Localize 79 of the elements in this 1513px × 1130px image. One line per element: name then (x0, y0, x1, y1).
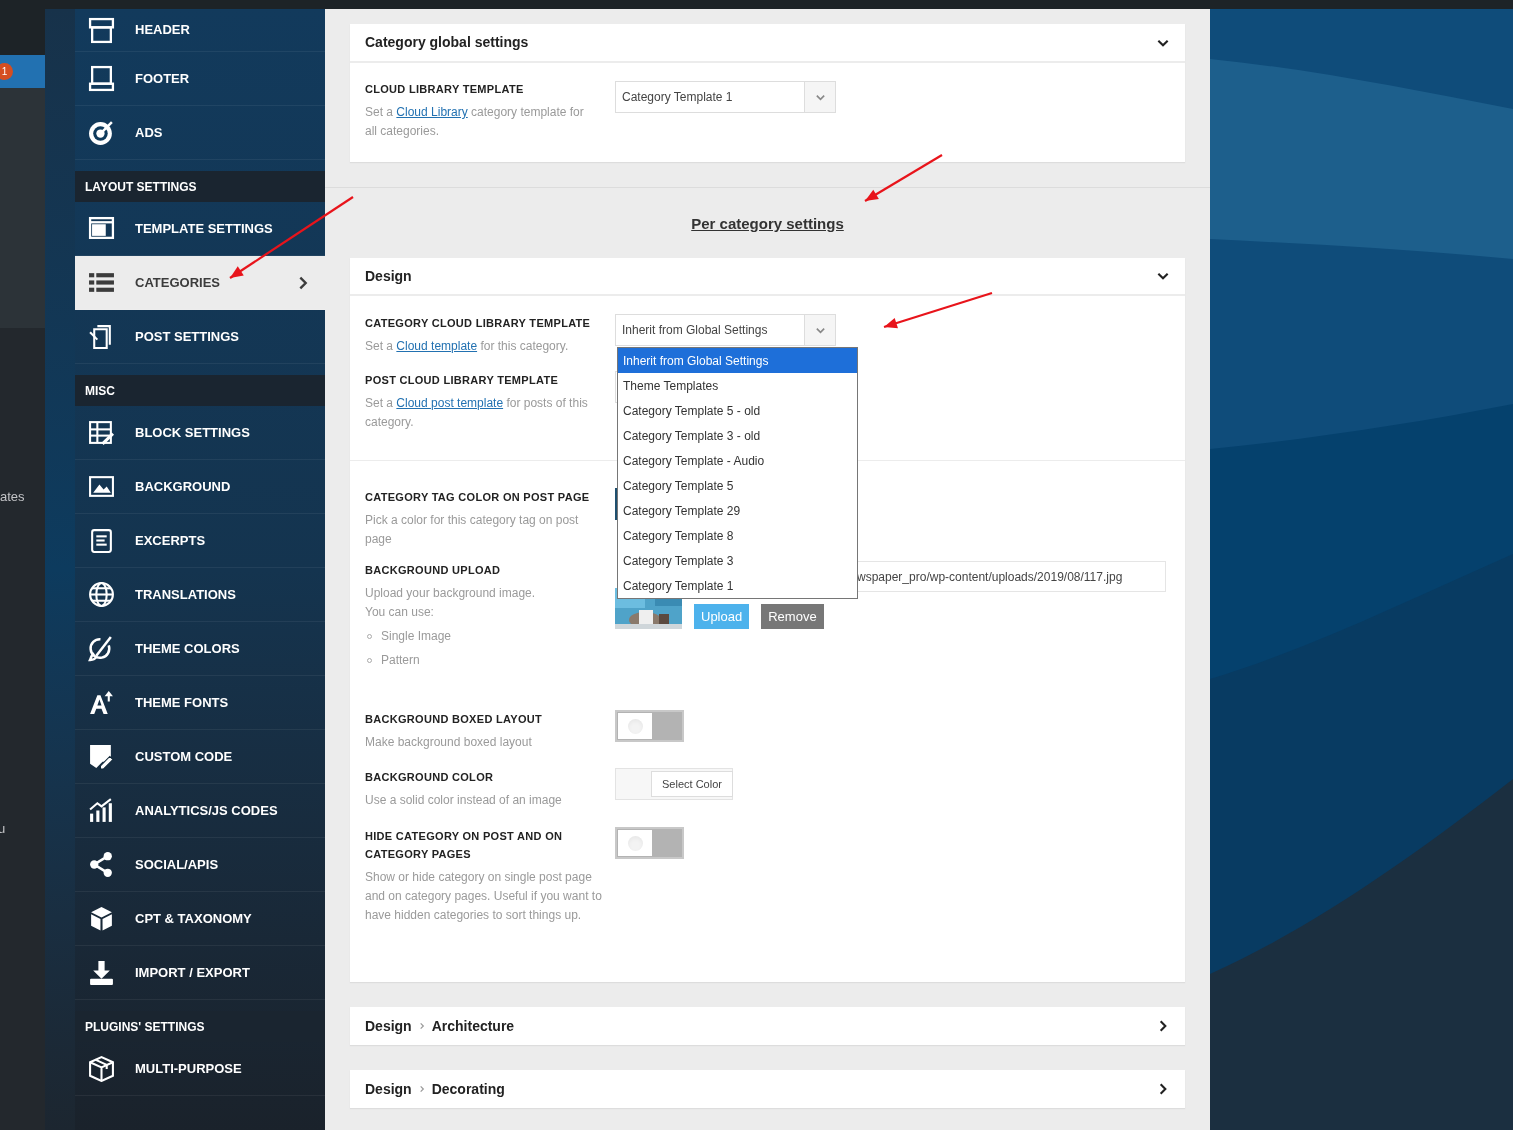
field-description: Use a solid color instead of an image (365, 792, 563, 809)
field-label: HIDE CATEGORY ON POST AND ON CATEGORY PAGES (365, 829, 564, 862)
panel-title: Design (365, 1079, 412, 1099)
field-description: Set a Cloud post template for posts of this category. (365, 395, 589, 431)
menu-icon (88, 473, 115, 500)
sidebar-item[interactable]: EXCERPTS (75, 514, 325, 568)
field-label: CATEGORY CLOUD LIBRARY TEMPLATE (365, 316, 592, 331)
help-link[interactable]: Cloud Library (396, 105, 468, 119)
settings-panel[interactable]: Design Architecture (350, 1007, 1185, 1045)
menu-icon (88, 65, 115, 92)
sidebar-item[interactable]: CATEGORIES (75, 256, 325, 310)
dropdown-option[interactable]: Inherit from Global Settings (618, 348, 857, 373)
section-title: Per category settings (691, 213, 844, 234)
field-label: POST CLOUD LIBRARY TEMPLATE (365, 373, 560, 388)
help-link[interactable]: Cloud post template (396, 396, 504, 410)
color-picker[interactable]: Select Color (615, 768, 733, 800)
sidebar-item[interactable]: IMPORT / EXPORT (75, 946, 325, 1000)
sidebar-item[interactable]: CUSTOM CODE (75, 730, 325, 784)
field-label: CATEGORY TAG COLOR ON POST PAGE (365, 490, 591, 505)
menu-icon (88, 905, 115, 932)
sidebar-item[interactable]: BLOCK SETTINGS (75, 406, 325, 460)
panel-title: Design (365, 1016, 412, 1036)
menu-icon (88, 119, 115, 146)
sidebar-item[interactable]: TRANSLATIONS (75, 568, 325, 622)
sidebar-item[interactable]: ADS (75, 106, 325, 160)
sidebar-item[interactable]: CPT & TAXONOMY (75, 892, 325, 946)
dropdown-option[interactable]: Theme Templates (618, 373, 857, 398)
menu-icon (88, 16, 115, 44)
menu-icon (88, 419, 115, 446)
dropdown-option[interactable]: Category Template 3 - old (618, 423, 857, 448)
field-label: BACKGROUND COLOR (365, 770, 495, 785)
template-select[interactable]: Inherit from Global Settings (615, 314, 836, 346)
field-label: BACKGROUND BOXED LAYOUT (365, 712, 543, 727)
sidebar-item[interactable]: HEADER (75, 9, 325, 52)
menu-icon (88, 743, 115, 770)
bullet-text: Pattern (381, 652, 420, 669)
field-note: You can use: (365, 604, 435, 621)
help-link[interactable]: Cloud template (396, 339, 478, 353)
menu-icon (88, 1055, 115, 1082)
dropdown-option[interactable]: Category Template 8 (618, 523, 857, 548)
field-description: Set a Cloud Library category template for all categories. (365, 104, 585, 140)
dropdown-option[interactable]: Category Template - Audio (618, 448, 857, 473)
field-description: Set a Cloud template for this category. (365, 338, 570, 355)
dropdown-option[interactable]: Category Template 5 (618, 473, 857, 498)
sidebar-section-title: LAYOUT SETTINGS (75, 171, 325, 202)
menu-icon (88, 797, 115, 824)
panel-title: Decorating (431, 1079, 506, 1099)
menu-icon (88, 581, 115, 608)
panel-header[interactable]: Category global settings (350, 24, 1185, 63)
menu-icon (88, 689, 115, 716)
menu-icon (88, 215, 115, 242)
dropdown-option[interactable]: Category Template 29 (618, 498, 857, 523)
admin-menu-block (0, 9, 45, 55)
field-description: Show or hide category on single post page and on category pages. Useful if you want to have hidden categories to sort things up. (365, 869, 603, 924)
menu-icon (88, 527, 115, 554)
menu-icon (88, 851, 115, 878)
menu-icon (88, 959, 115, 986)
sidebar-item[interactable]: BACKGROUND (75, 460, 325, 514)
field-description: Upload your background image. (365, 585, 537, 602)
notification-badge: 1 (0, 63, 13, 80)
panel-header[interactable]: Design (350, 258, 1185, 296)
breadcrumb-separator-icon (417, 1022, 426, 1030)
toggle-switch[interactable] (615, 710, 684, 742)
toggle-switch[interactable] (615, 827, 684, 859)
template-select[interactable]: Category Template 1 (615, 81, 836, 113)
admin-menu-item[interactable]: 1 (0, 55, 45, 88)
field-description: Make background boxed layout (365, 734, 533, 751)
field-description: Pick a color for this category tag on post page (365, 512, 580, 548)
sidebar-section-title: MISC (75, 375, 325, 406)
dropdown-option[interactable]: Category Template 5 - old (618, 398, 857, 423)
settings-panel[interactable]: Design Decorating (350, 1070, 1185, 1108)
breadcrumb-separator-icon (417, 1085, 426, 1093)
remove-button[interactable]: Remove (761, 604, 824, 629)
sidebar-item[interactable]: MULTI-PURPOSE (75, 1042, 325, 1096)
field-label: BACKGROUND UPLOAD (365, 563, 502, 578)
panel-title: Architecture (431, 1016, 516, 1036)
field-label: CLOUD LIBRARY TEMPLATE (365, 82, 525, 97)
admin-menu-text: ates (0, 488, 26, 506)
bullet-text: Single Image (381, 628, 452, 645)
